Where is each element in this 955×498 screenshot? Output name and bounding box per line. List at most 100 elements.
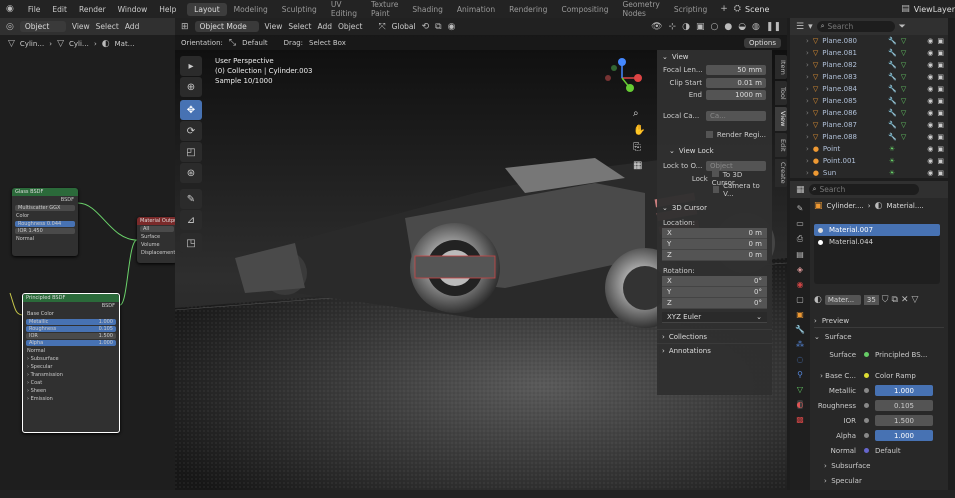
visibility-eye-icon[interactable]: ◉ xyxy=(927,121,933,129)
node-editor[interactable]: ◎ Object View Select Add ▽ Cylin… › ▽ Cyli…… xyxy=(0,18,177,490)
ior-field[interactable]: 1.500 xyxy=(875,415,933,426)
camera-view-icon[interactable]: ⎘ xyxy=(633,142,641,153)
surface-shader-dropdown[interactable]: Principled BS... xyxy=(875,351,927,359)
camera-render-icon[interactable]: ▣ xyxy=(937,133,944,141)
add-cube-tool[interactable]: ◳ xyxy=(180,233,202,253)
xray-icon[interactable]: ▣ xyxy=(696,22,705,32)
mode-dropdown[interactable]: Object Mode xyxy=(194,21,259,32)
outliner-item[interactable]: › ● Point.001 ☀ ◉ ▣ xyxy=(790,155,948,167)
view-panel-header[interactable]: ⌄ View xyxy=(657,50,772,64)
tab-rendering[interactable]: Rendering xyxy=(502,3,554,16)
collections-header[interactable]: › Collections xyxy=(657,329,772,343)
outliner-item[interactable]: › ▽ Plane.088 🔧 ▽ ◉ ▣ xyxy=(790,131,948,143)
sidebar-tab-edit[interactable]: Edit xyxy=(775,133,787,157)
subsurface-subpanel[interactable]: › Subsurface xyxy=(814,458,944,473)
viewport-view-menu[interactable]: View xyxy=(265,22,283,31)
material-output-node[interactable]: Material Output All Surface Volume Displ… xyxy=(137,217,177,263)
pivot-icon[interactable]: ⟲ xyxy=(422,22,430,32)
outliner-item[interactable]: › ▽ Plane.084 🔧 ▽ ◉ ▣ xyxy=(790,83,948,95)
visibility-eye-icon[interactable]: ◉ xyxy=(927,157,933,165)
scene-name[interactable]: Scene xyxy=(745,5,793,14)
expand-arrow-icon[interactable]: › xyxy=(806,121,809,129)
annotate-tool[interactable]: ✎ xyxy=(180,189,202,209)
outliner-item[interactable]: › ▽ Plane.082 🔧 ▽ ◉ ▣ xyxy=(790,59,948,71)
outliner-item[interactable]: › ● Sun ☀ ◉ ▣ xyxy=(790,167,948,179)
outliner-item[interactable]: › ▽ Plane.085 🔧 ▽ ◉ ▣ xyxy=(790,95,948,107)
link-dropdown-icon[interactable]: ▽ xyxy=(912,295,919,305)
tab-uv-editing[interactable]: UV Editing xyxy=(324,0,364,20)
duplicate-icon[interactable]: ⧉ xyxy=(892,295,898,305)
focal-length-field[interactable]: 50 mm xyxy=(706,64,766,75)
camera-render-icon[interactable]: ▣ xyxy=(937,97,944,105)
fake-user-icon[interactable]: ⛉ xyxy=(882,295,889,305)
menu-file[interactable]: File xyxy=(22,5,47,14)
render-props-icon[interactable]: ▭ xyxy=(796,219,804,228)
clip-start-field[interactable]: 0.01 m xyxy=(706,77,766,88)
overlay-icon[interactable]: ◑ xyxy=(682,22,690,32)
data-props-icon[interactable]: ▽ xyxy=(797,385,803,394)
rotate-tool[interactable]: ⟳ xyxy=(180,121,202,141)
roughness-field[interactable]: Roughness 0.105 xyxy=(26,326,116,332)
viewport-add-menu[interactable]: Add xyxy=(318,22,333,31)
snap-icon[interactable]: ⧉ xyxy=(435,22,441,32)
glass-bsdf-node[interactable]: Glass BSDF BSDF Multiscatter GGX Color R… xyxy=(12,188,78,256)
camera-render-icon[interactable]: ▣ xyxy=(937,169,944,177)
transform-dropdown[interactable]: Global xyxy=(392,22,416,31)
cursor-loc-x[interactable]: X0 m xyxy=(662,228,767,239)
axis-gizmo[interactable] xyxy=(600,56,644,100)
world-props-icon[interactable]: ◉ xyxy=(797,280,804,289)
expand-arrow-icon[interactable]: › xyxy=(806,49,809,57)
tool-props-icon[interactable]: ✎ xyxy=(797,204,804,213)
expand-arrow-icon[interactable]: › xyxy=(806,109,809,117)
menu-render[interactable]: Render xyxy=(73,5,112,14)
outliner-item-name[interactable]: Plane.080 xyxy=(822,37,884,45)
lock-object-field[interactable]: Object xyxy=(706,160,766,171)
cursor-loc-y[interactable]: Y0 m xyxy=(662,239,767,250)
annotations-header[interactable]: › Annotations xyxy=(657,343,772,357)
outliner-item-name[interactable]: Plane.085 xyxy=(822,97,884,105)
cursor-rot-y[interactable]: Y 0° xyxy=(662,287,767,298)
normal-input[interactable]: Default xyxy=(875,447,901,455)
local-camera-field[interactable]: Ca... xyxy=(706,110,766,121)
camera-render-icon[interactable]: ▣ xyxy=(937,145,944,153)
camera-to-view-checkbox[interactable]: Camera to V... xyxy=(657,182,772,198)
tab-animation[interactable]: Animation xyxy=(450,3,502,16)
base-color-input[interactable]: Color Ramp xyxy=(875,372,916,380)
expand-arrow-icon[interactable]: › xyxy=(806,97,809,105)
camera-render-icon[interactable]: ▣ xyxy=(937,157,944,165)
visibility-icon[interactable]: 👁 xyxy=(651,22,662,32)
sidebar-tab-item[interactable]: Item xyxy=(775,55,787,79)
alpha-field[interactable]: 1.000 xyxy=(875,430,933,441)
output-props-icon[interactable]: ⎙ xyxy=(797,234,803,244)
material-slot[interactable]: Material.007 xyxy=(814,224,940,236)
tab-layout[interactable]: Layout xyxy=(187,2,227,16)
visibility-eye-icon[interactable]: ◉ xyxy=(927,109,933,117)
transform-tool[interactable]: ⊛ xyxy=(180,163,202,183)
visibility-eye-icon[interactable]: ◉ xyxy=(927,61,933,69)
expand-arrow-icon[interactable]: › xyxy=(806,169,809,177)
roughness-field[interactable]: 0.105 xyxy=(875,400,933,411)
modifier-props-icon[interactable]: 🔧 xyxy=(795,325,805,334)
ior-field[interactable]: IOR 1.500 xyxy=(26,333,116,339)
properties-search[interactable]: ⌕ Search xyxy=(808,184,919,195)
outliner-item[interactable]: › ▽ Plane.087 🔧 ▽ ◉ ▣ xyxy=(790,119,948,131)
clip-end-field[interactable]: 1000 m xyxy=(706,89,766,100)
outliner-item-name[interactable]: Point xyxy=(823,145,885,153)
visibility-eye-icon[interactable]: ◉ xyxy=(927,169,933,177)
blender-logo-icon[interactable]: ◉ xyxy=(6,4,14,14)
outliner-item-name[interactable]: Sun xyxy=(823,169,885,177)
sidebar-tab-view[interactable]: View xyxy=(775,107,787,131)
camera-render-icon[interactable]: ▣ xyxy=(937,109,944,117)
tab-geometry-nodes[interactable]: Geometry Nodes xyxy=(615,0,666,20)
expand-arrow-icon[interactable]: › xyxy=(806,85,809,93)
roughness-field[interactable]: Roughness 0.044 xyxy=(15,221,75,227)
viewlayer-name[interactable]: ViewLayer xyxy=(914,5,955,14)
collection-props-icon[interactable]: ▢ xyxy=(796,295,804,304)
tab-compositing[interactable]: Compositing xyxy=(554,3,615,16)
pause-icon[interactable]: ❚❚ xyxy=(766,22,781,32)
physics-props-icon[interactable]: ◌ xyxy=(797,355,804,364)
outliner-item[interactable]: › ▽ Plane.081 🔧 ▽ ◉ ▣ xyxy=(790,47,948,59)
outliner-item-name[interactable]: Point.001 xyxy=(823,157,885,165)
sidebar-tab-tool[interactable]: Tool xyxy=(775,81,787,105)
properties-editor-icon[interactable]: ▦ xyxy=(796,185,805,195)
